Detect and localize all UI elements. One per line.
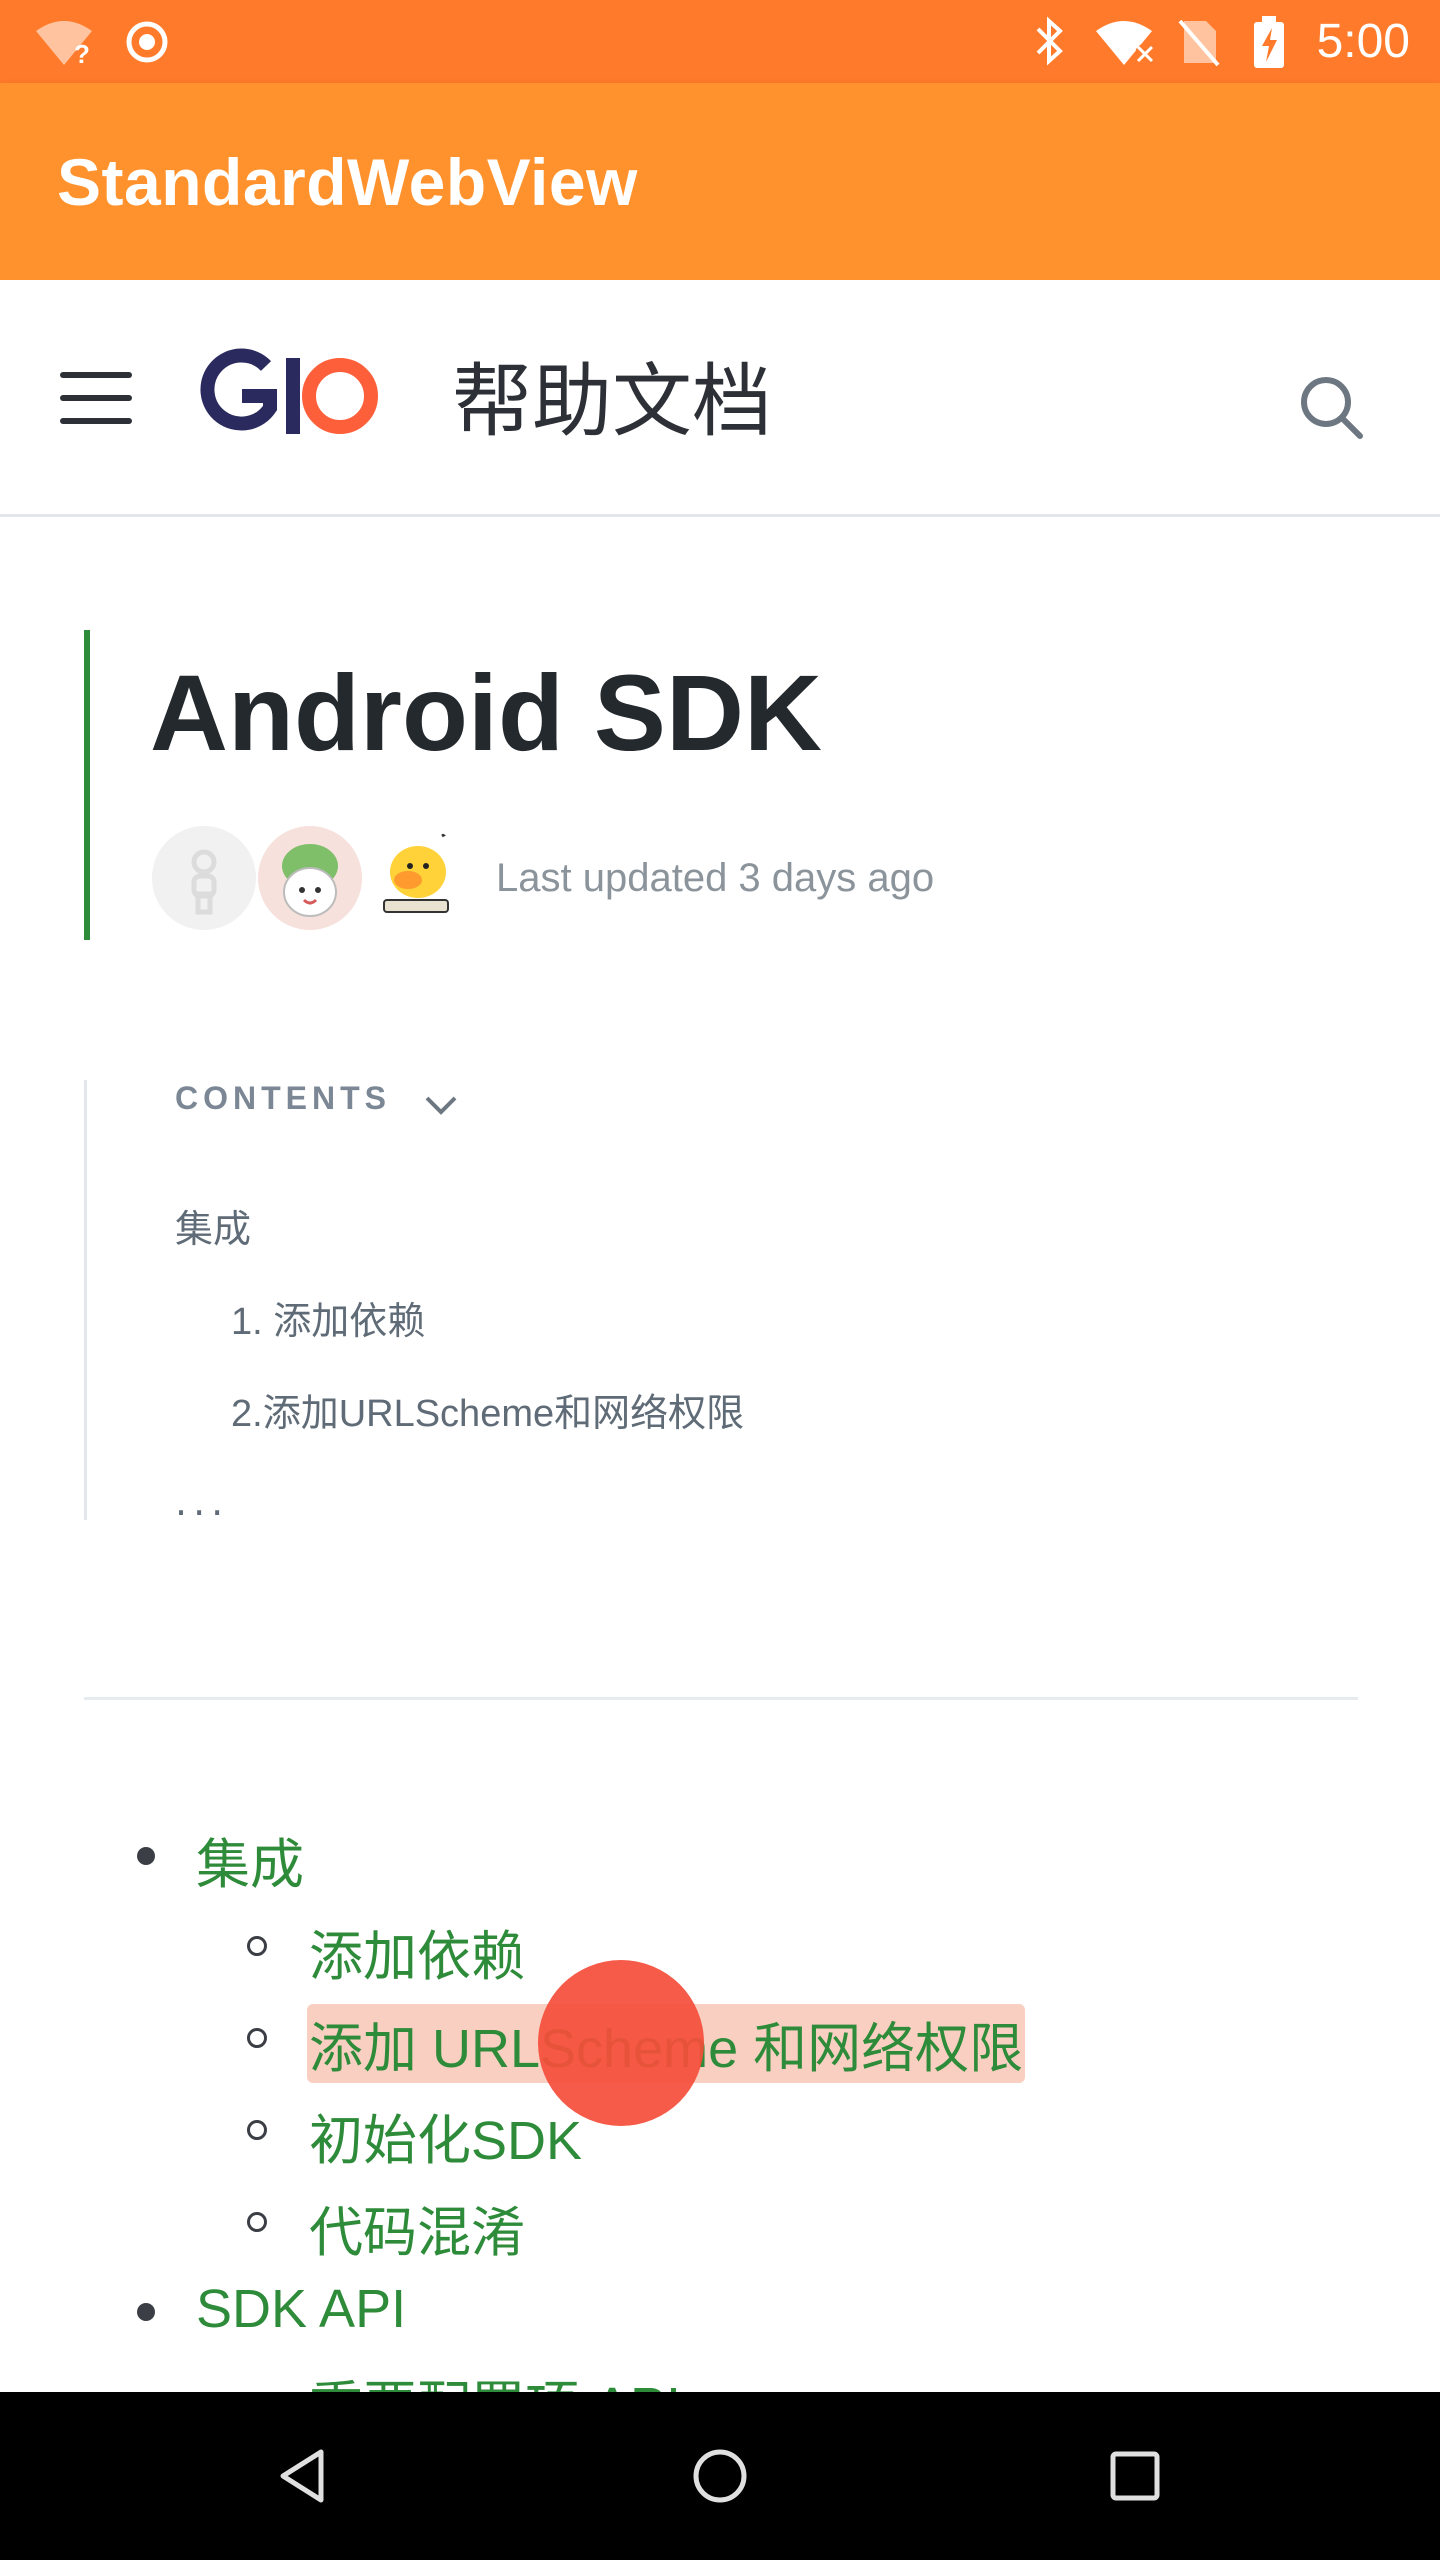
contributor-avatar[interactable]	[364, 826, 468, 930]
hamburger-menu-button[interactable]	[60, 370, 136, 426]
site-header: 帮助文档	[0, 280, 1440, 517]
page-title: Android SDK	[150, 652, 822, 773]
toc-item[interactable]: 2.添加URLScheme和网络权限	[231, 1382, 744, 1437]
search-icon	[1301, 377, 1363, 439]
no-sim-icon	[1176, 0, 1220, 83]
list-bullet	[247, 2212, 267, 2232]
wifi-x-icon	[1094, 0, 1158, 83]
back-button[interactable]	[225, 2392, 385, 2560]
touch-indicator	[538, 1960, 704, 2126]
toc-item[interactable]: 1. 添加依赖	[231, 1290, 425, 1345]
recents-icon	[1110, 2451, 1160, 2501]
chevron-down-icon	[425, 1096, 457, 1115]
nav-link[interactable]: 初始化SDK	[309, 2096, 582, 2175]
svg-text:?: ?	[74, 39, 90, 67]
menu-icon-bar	[60, 418, 132, 424]
list-bullet	[247, 2028, 267, 2048]
app-bar: StandardWebView	[0, 83, 1440, 280]
battery-charging-icon	[1252, 0, 1286, 83]
nav-link[interactable]: 添加依赖	[309, 1912, 525, 1991]
system-navigation-bar	[0, 2392, 1440, 2560]
list-bullet	[137, 2303, 155, 2321]
recents-button[interactable]	[1055, 2392, 1215, 2560]
gio-logo-mark	[200, 348, 378, 434]
list-bullet	[247, 1936, 267, 1956]
home-button[interactable]	[640, 2392, 800, 2560]
clock: 5:00	[1316, 15, 1410, 68]
list-bullet	[137, 1847, 155, 1865]
app-title: StandardWebView	[57, 144, 638, 219]
site-title[interactable]: 帮助文档	[452, 340, 772, 450]
home-icon	[693, 2449, 747, 2503]
back-icon	[280, 2449, 324, 2503]
search-button[interactable]	[1296, 372, 1366, 446]
nav-link[interactable]: 代码混淆	[309, 2188, 525, 2267]
toc-more[interactable]: ...	[175, 1480, 229, 1524]
contributor-avatar[interactable]	[258, 826, 362, 930]
duck-avatar-icon	[364, 826, 468, 930]
bluetooth-icon	[1030, 0, 1070, 83]
cabbage-avatar-icon	[258, 826, 362, 930]
contributor-avatar[interactable]	[152, 826, 256, 930]
list-bullet	[247, 2120, 267, 2140]
page-header: Android SDK Last updated 3 days ago	[84, 630, 1290, 940]
table-of-contents: CONTENTS 集成 1. 添加依赖 2.添加URLScheme和网络权限 .…	[84, 1080, 987, 1524]
status-bar: ? 5:00	[0, 0, 1440, 83]
last-updated-text: Last updated 3 days ago	[496, 856, 935, 900]
nav-link[interactable]: 集成	[196, 1820, 304, 1899]
default-user-icon	[152, 826, 256, 930]
menu-icon-bar	[60, 395, 132, 401]
toc-heading: CONTENTS	[175, 1080, 391, 1116]
nav-link[interactable]: SDK API	[196, 2278, 406, 2340]
gio-logo[interactable]	[190, 340, 380, 450]
wifi-question-icon: ?	[34, 0, 96, 83]
section-divider	[84, 1697, 1358, 1700]
target-icon	[124, 0, 170, 83]
toc-item[interactable]: 集成	[175, 1198, 251, 1253]
menu-icon	[60, 372, 132, 378]
toc-toggle-button[interactable]	[423, 1094, 459, 1122]
